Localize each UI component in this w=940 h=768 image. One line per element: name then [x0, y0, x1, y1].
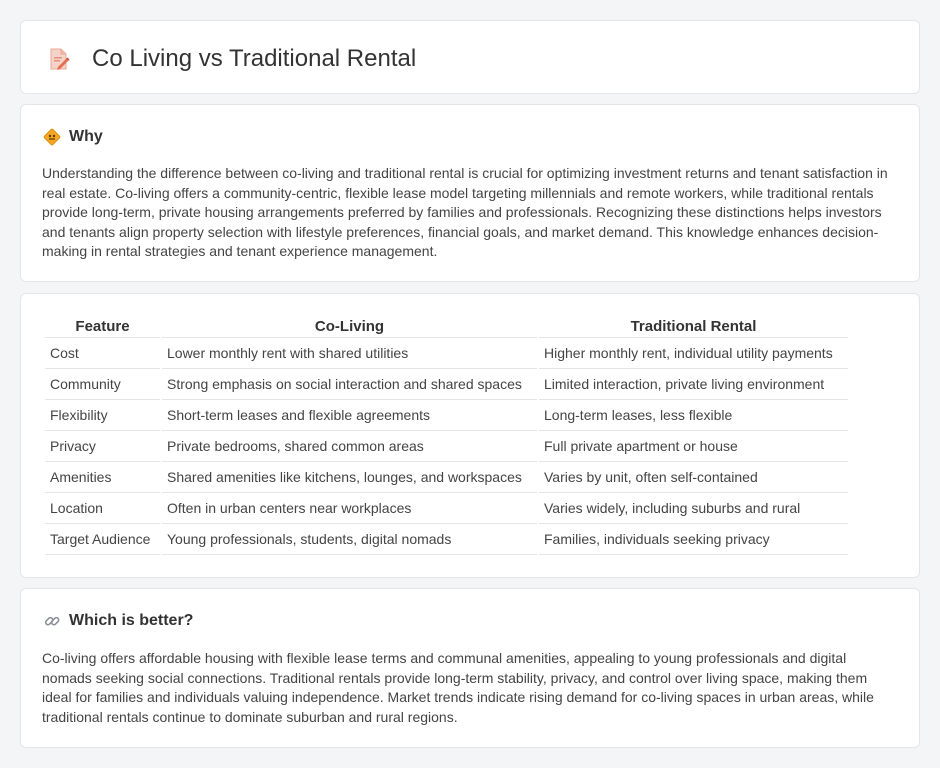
- traditional-cell: Varies widely, including suburbs and rur…: [539, 493, 848, 524]
- feature-cell: Cost: [45, 338, 160, 369]
- header-co-living: Co-Living: [162, 316, 537, 338]
- which-is-better-section: Which is better? Co-living offers afford…: [20, 588, 920, 748]
- feature-cell: Target Audience: [45, 524, 160, 555]
- feature-cell: Community: [45, 369, 160, 400]
- feature-cell: Privacy: [45, 431, 160, 462]
- page-title: Co Living vs Traditional Rental: [92, 45, 417, 72]
- why-section: Why Understanding the difference between…: [20, 104, 920, 282]
- table-row: Location Often in urban centers near wor…: [45, 493, 848, 524]
- table-row: Flexibility Short-term leases and flexib…: [45, 400, 848, 431]
- comparison-table: Feature Co-Living Traditional Rental Cos…: [43, 316, 850, 555]
- traditional-cell: Full private apartment or house: [539, 431, 848, 462]
- co-living-cell: Shared amenities like kitchens, lounges,…: [162, 462, 537, 493]
- comparison-section: Feature Co-Living Traditional Rental Cos…: [20, 293, 920, 578]
- traditional-cell: Limited interaction, private living envi…: [539, 369, 848, 400]
- header-feature: Feature: [45, 316, 160, 338]
- co-living-cell: Lower monthly rent with shared utilities: [162, 338, 537, 369]
- table-row: Community Strong emphasis on social inte…: [45, 369, 848, 400]
- traditional-cell: Varies by unit, often self-contained: [539, 462, 848, 493]
- co-living-cell: Often in urban centers near workplaces: [162, 493, 537, 524]
- table-header-row: Feature Co-Living Traditional Rental: [45, 316, 848, 338]
- header-traditional-rental: Traditional Rental: [539, 316, 848, 338]
- document-edit-icon: [48, 47, 70, 71]
- traditional-cell: Families, individuals seeking privacy: [539, 524, 848, 555]
- feature-cell: Flexibility: [45, 400, 160, 431]
- co-living-cell: Private bedrooms, shared common areas: [162, 431, 537, 462]
- better-body: Co-living offers affordable housing with…: [42, 650, 874, 725]
- co-living-cell: Short-term leases and flexible agreement…: [162, 400, 537, 431]
- table-row: Cost Lower monthly rent with shared util…: [45, 338, 848, 369]
- why-heading: Why: [43, 127, 103, 147]
- traditional-cell: Long-term leases, less flexible: [539, 400, 848, 431]
- co-living-cell: Young professionals, students, digital n…: [162, 524, 537, 555]
- table-row: Amenities Shared amenities like kitchens…: [45, 462, 848, 493]
- road-sign-icon: [43, 128, 61, 146]
- why-title: Why: [69, 128, 103, 145]
- table-row: Privacy Private bedrooms, shared common …: [45, 431, 848, 462]
- header-card: Co Living vs Traditional Rental: [20, 20, 920, 94]
- traditional-cell: Higher monthly rent, individual utility …: [539, 338, 848, 369]
- better-heading: Which is better?: [43, 611, 193, 631]
- link-icon: [43, 612, 61, 630]
- co-living-cell: Strong emphasis on social interaction an…: [162, 369, 537, 400]
- why-body: Understanding the difference between co-…: [42, 165, 888, 259]
- better-title: Which is better?: [69, 612, 194, 629]
- table-row: Target Audience Young professionals, stu…: [45, 524, 848, 555]
- feature-cell: Amenities: [45, 462, 160, 493]
- feature-cell: Location: [45, 493, 160, 524]
